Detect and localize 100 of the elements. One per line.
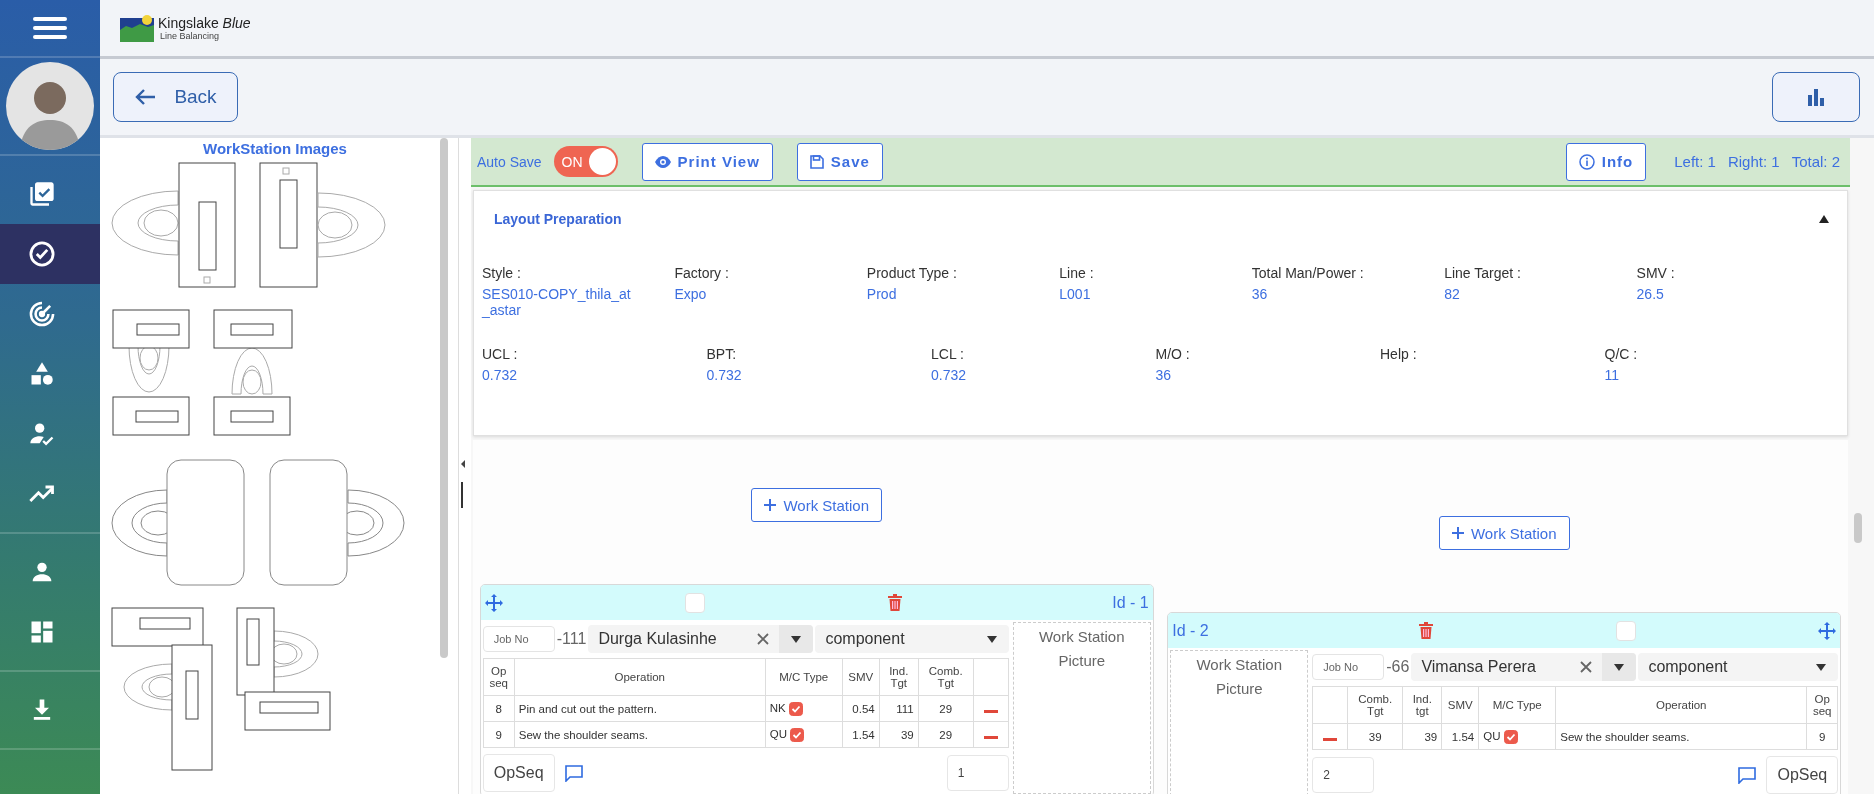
column-header: M/C Type (779, 671, 829, 683)
column-header: Op seq (489, 665, 508, 689)
table-cell: NK (769, 701, 786, 714)
remove-icon[interactable] (983, 709, 998, 713)
nav-item[interactable] (0, 224, 100, 284)
field-label: Style : (482, 265, 522, 281)
field-label: M/O : (1155, 346, 1191, 362)
count-field[interactable]: 2 (1312, 757, 1375, 793)
field-value: 36 (1251, 286, 1269, 302)
operator-dropdown[interactable]: Vimansa Perera (1411, 653, 1637, 681)
field-label: LCL : (931, 346, 965, 362)
opseq-button[interactable]: OpSeq (1766, 756, 1839, 794)
clear-icon[interactable] (757, 633, 770, 645)
field-label: UCL : (482, 346, 519, 362)
column-header: Comb. Tgt (1358, 693, 1393, 717)
auto-save-toggle[interactable]: ON (553, 146, 618, 177)
workstation-layout-drawing[interactable] (110, 308, 295, 438)
column-header: SMV (1447, 699, 1473, 711)
column-header: Operation (1656, 699, 1707, 711)
checkbox[interactable] (788, 701, 803, 716)
trash-icon[interactable] (1418, 622, 1433, 639)
collapse-handle-icon[interactable] (459, 458, 467, 510)
table-cell: 1.54 (1451, 730, 1475, 743)
picture-drop-area[interactable]: Work Station Picture (1170, 650, 1309, 794)
panel-title: WorkStation Images (203, 140, 347, 157)
field-label: SMV : (1636, 265, 1676, 281)
table-cell: QU (769, 727, 787, 740)
target-icon (28, 300, 56, 328)
remove-icon[interactable] (983, 735, 998, 739)
print-view-button[interactable]: Print View (641, 142, 773, 181)
field-label: Line Target : (1444, 265, 1522, 281)
field-label: Product Type : (866, 265, 958, 281)
table-cell: 1.54 (852, 728, 875, 741)
save-button[interactable]: Save (796, 142, 883, 181)
bar-chart-icon (1806, 88, 1826, 106)
table-cell: 111 (896, 702, 914, 715)
opseq-button[interactable]: OpSeq (482, 754, 555, 792)
category-dropdown[interactable]: component (815, 625, 1009, 653)
table-cell: 9 (495, 728, 502, 741)
eye-icon (654, 155, 671, 168)
job-number-field[interactable]: Job No (482, 626, 555, 652)
remove-icon[interactable] (1323, 737, 1338, 741)
table-cell: 39 (1424, 730, 1438, 743)
picture-drop-area[interactable]: Work Station Picture (1012, 622, 1151, 794)
job-suffix: -66 (1386, 658, 1410, 676)
job-number-field[interactable]: Job No (1312, 654, 1385, 680)
count-field[interactable]: 1 (946, 755, 1009, 791)
job-suffix: -111 (556, 630, 587, 648)
category-dropdown[interactable]: component (1638, 653, 1839, 681)
move-icon[interactable] (484, 593, 503, 612)
checklist-icon (28, 180, 56, 208)
field-value: Expo (674, 286, 708, 302)
caret-icon (791, 635, 802, 643)
checkbox[interactable] (1503, 729, 1518, 744)
workstation-id: Id - 2 (1172, 621, 1209, 640)
field-label: Help : (1380, 346, 1418, 362)
field-value: 82 (1444, 286, 1461, 302)
chart-button[interactable] (1772, 72, 1860, 122)
logo-subtitle: Line Balancing (160, 31, 221, 41)
menu-icon (33, 16, 67, 40)
move-icon[interactable] (1818, 621, 1837, 640)
caret-icon (986, 635, 997, 643)
auto-save-label: Auto Save (477, 153, 542, 170)
collapse-icon[interactable] (1819, 215, 1829, 223)
field-label: Total Man/Power : (1251, 265, 1365, 281)
operator-dropdown[interactable]: Durga Kulasinhe (588, 625, 814, 653)
field-label: BPT: (706, 346, 738, 362)
back-button[interactable]: Back (113, 72, 238, 122)
clear-icon[interactable] (1580, 661, 1593, 673)
scrollbar[interactable] (440, 138, 448, 658)
field-value: 0.732 (482, 367, 519, 383)
add-work-station-button[interactable]: Work Station (751, 488, 883, 522)
count-label: Right: 1 (1727, 153, 1780, 170)
field-label: Q/C : (1604, 346, 1639, 362)
add-work-station-button[interactable]: Work Station (1438, 516, 1570, 550)
table-cell: Sew the shoulder seams. (518, 728, 648, 741)
column-header: Comb. Tgt (928, 665, 963, 689)
column-header: Op seq (1812, 693, 1832, 717)
logo-text: Kingslake Blue (158, 15, 251, 31)
workstation-layout-drawing[interactable] (111, 161, 387, 289)
table-cell: 39 (1368, 730, 1382, 743)
field-label: Line : (1059, 265, 1095, 281)
table-cell: 0.54 (852, 702, 875, 715)
info-button[interactable]: Info (1565, 142, 1647, 181)
column-header: SMV (848, 671, 874, 683)
field-value: 26.5 (1636, 286, 1665, 302)
checkbox[interactable] (790, 727, 804, 742)
field-value: SES010-COPY_thila_at_astar (482, 286, 632, 318)
caret-icon (1816, 663, 1827, 671)
info-icon (1578, 153, 1595, 170)
comment-icon[interactable] (1738, 766, 1757, 784)
field-value: 0.732 (931, 367, 968, 383)
column-header: Ind. tgt (1412, 693, 1432, 717)
plus-icon (764, 499, 777, 511)
trash-icon[interactable] (888, 594, 903, 611)
table-cell: 29 (939, 702, 953, 715)
table-cell: Sew the shoulder seams. (1560, 730, 1690, 743)
comment-icon[interactable] (564, 764, 583, 782)
scrollbar[interactable] (1854, 513, 1862, 543)
field-value: 11 (1604, 367, 1621, 383)
